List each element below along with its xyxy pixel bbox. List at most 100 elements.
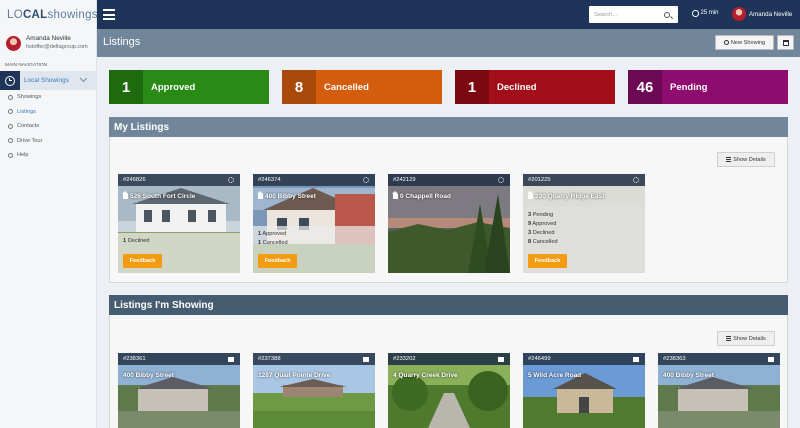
gear-icon[interactable] (228, 177, 234, 183)
menu-toggle-icon[interactable] (103, 9, 115, 20)
circle-icon (8, 123, 13, 129)
sidebar-item-showings[interactable]: Showings (0, 90, 96, 105)
note-icon[interactable] (768, 356, 774, 362)
house-icon (257, 191, 263, 199)
sidebar-item-contacts[interactable]: Contacts (0, 119, 96, 134)
sidebar-item-local-showings[interactable]: Local Showings (0, 71, 96, 90)
showing-header: Listings I'm Showing (109, 295, 788, 315)
clock-icon (0, 71, 20, 90)
listing-address: 1287 Quail Pointe Drive (258, 372, 331, 379)
listing-id: #238361 (123, 356, 146, 362)
listing-id: #242129 (393, 177, 416, 183)
search-input[interactable]: Search... (589, 6, 678, 23)
stat-label: Pending (670, 81, 708, 93)
page-header: Listings New Showing (97, 29, 800, 57)
chevron-down-icon (79, 74, 88, 83)
top-bar: Search... 25 min Amanda Neville (97, 0, 800, 29)
calendar-icon (782, 39, 789, 46)
user-name: Amanda Neville (749, 10, 793, 18)
note-icon[interactable] (228, 356, 234, 362)
avatar (6, 35, 21, 51)
showing-card[interactable]: #233202 4 Quarry Creek Drive (388, 353, 510, 428)
stat-count: 1 (455, 70, 489, 104)
listing-card[interactable]: #246374 400 Bibby Street 1 Approved 1 Ca… (253, 174, 375, 273)
calendar-button[interactable] (777, 35, 794, 50)
note-icon[interactable] (363, 356, 369, 362)
listing-id: #238363 (663, 356, 686, 362)
showing-panel: Show Details #238361 400 Bibby Street #2… (109, 315, 788, 428)
listing-photo (388, 174, 510, 273)
show-details-button[interactable]: Show Details (717, 331, 775, 346)
stat-count: 46 (628, 70, 662, 104)
showing-card[interactable]: #238363 400 Bibby Street (658, 353, 780, 428)
search-placeholder: Search... (594, 11, 618, 18)
listing-card[interactable]: #246826 526 South Fort Circle 1 Declined… (118, 174, 240, 273)
main-content: 1 Approved 8 Cancelled 1 Declined 46 Pen… (97, 57, 800, 428)
stat-label: Declined (497, 81, 537, 93)
note-icon[interactable] (633, 356, 639, 362)
gear-icon[interactable] (363, 177, 369, 183)
sidebar-item-drive-tour[interactable]: Drive Tour (0, 134, 96, 149)
feedback-button[interactable]: Feedback (258, 254, 297, 268)
listing-id: #246826 (123, 177, 146, 183)
listing-address: 5 Wild Acre Road (528, 372, 582, 379)
circle-icon (8, 152, 13, 158)
listing-card[interactable]: #201225 230 Quarry Ridge East 3 Pending … (523, 174, 645, 273)
search-icon[interactable] (664, 11, 670, 18)
stat-approved[interactable]: 1 Approved (109, 70, 269, 104)
stat-cancelled[interactable]: 8 Cancelled (282, 70, 442, 104)
stat-declined[interactable]: 1 Declined (455, 70, 615, 104)
new-showing-button[interactable]: New Showing (715, 35, 774, 50)
clock-icon (692, 10, 699, 17)
stat-count: 8 (282, 70, 316, 104)
listing-card[interactable]: #242129 0 Chappell Road (388, 174, 510, 273)
listing-id: #233202 (393, 356, 416, 362)
user-menu[interactable]: Amanda Neville (732, 7, 792, 21)
listing-address: 400 Bibby Street (123, 372, 174, 379)
stat-pending[interactable]: 46 Pending (628, 70, 788, 104)
sidebar-item-help[interactable]: Help (0, 148, 96, 163)
avatar (732, 7, 746, 21)
my-listings-panel: Show Details #246826 526 South Fort Circ… (109, 137, 788, 283)
sidebar-user-panel: Amanda Neville hstoffer@deltagroup.com (0, 29, 96, 57)
showing-card[interactable]: #238361 400 Bibby Street (118, 353, 240, 428)
listing-id: #201225 (528, 177, 551, 183)
sidebar-user-email: hstoffer@deltagroup.com (26, 44, 88, 50)
sidebar-item-listings[interactable]: Listings (0, 105, 96, 120)
listing-address: 0 Chappell Road (400, 193, 451, 200)
listing-id: #237388 (258, 356, 281, 362)
gear-icon[interactable] (633, 177, 639, 183)
clock-icon (723, 40, 729, 45)
circle-icon (8, 138, 13, 144)
listing-address: 400 Bibby Street (663, 372, 714, 379)
sidebar-item-label: Local Showings (24, 77, 69, 84)
show-details-button[interactable]: Show Details (717, 152, 775, 167)
my-listings-header: My Listings (109, 117, 788, 137)
feedback-button[interactable]: Feedback (123, 254, 162, 268)
listing-id: #246499 (528, 356, 551, 362)
list-icon (726, 157, 732, 162)
listing-address: 400 Bibby Street (265, 193, 316, 200)
nav-header: MAIN NAVIGATION (5, 63, 48, 68)
feedback-button[interactable]: Feedback (528, 254, 567, 268)
note-icon[interactable] (498, 356, 504, 362)
listing-address: 526 South Fort Circle (130, 193, 196, 200)
sidebar-user-name: Amanda Neville (26, 34, 71, 42)
stat-label: Approved (151, 81, 196, 93)
gear-icon[interactable] (498, 177, 504, 183)
stat-label: Cancelled (324, 81, 369, 93)
listing-address: 230 Quarry Ridge East (535, 193, 605, 200)
showing-card[interactable]: #237388 1287 Quail Pointe Drive (253, 353, 375, 428)
listing-id: #246374 (258, 177, 281, 183)
list-icon (726, 336, 732, 341)
circle-icon (8, 94, 13, 100)
circle-icon (8, 109, 13, 115)
page-title: Listings (103, 36, 141, 48)
showing-card[interactable]: #246499 5 Wild Acre Road (523, 353, 645, 428)
session-timer: 25 min (692, 10, 719, 17)
stat-count: 1 (109, 70, 143, 104)
listing-address: 4 Quarry Creek Drive (393, 372, 458, 379)
house-icon (122, 191, 128, 199)
app-logo[interactable]: L O CAL showings (0, 0, 98, 29)
house-icon (527, 191, 533, 199)
